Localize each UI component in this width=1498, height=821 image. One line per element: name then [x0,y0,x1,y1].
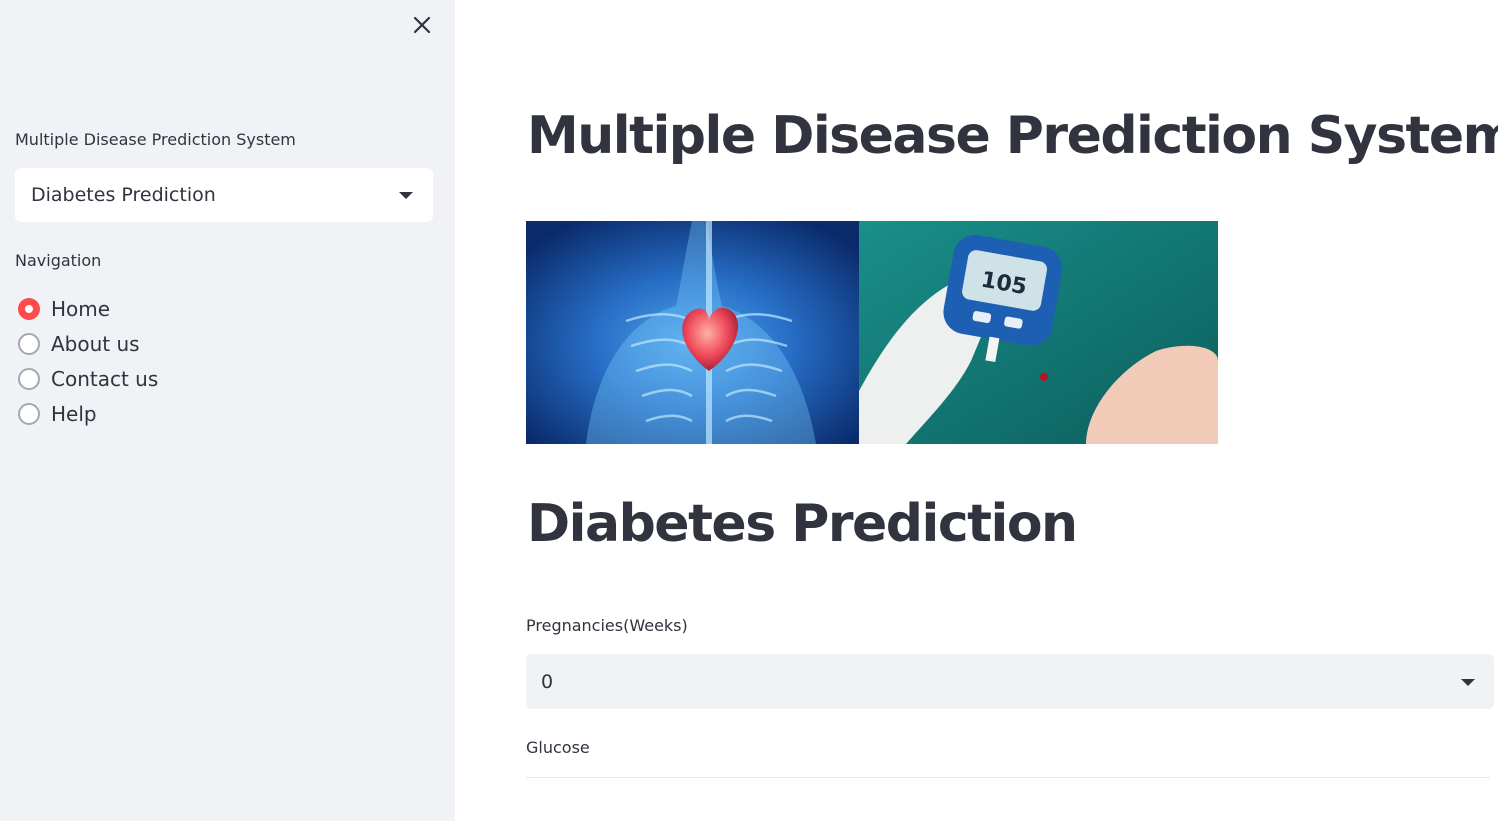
sidebar: Multiple Disease Prediction System Diabe… [0,0,455,821]
navigation-label: Navigation [15,251,102,270]
nav-radio-contact-us[interactable]: Contact us [18,361,158,396]
pregnancies-select-value: 0 [541,670,554,693]
disease-select-value: Diabetes Prediction [31,184,216,206]
pregnancies-select[interactable]: 0 [526,654,1494,709]
nav-radio-about-us[interactable]: About us [18,326,158,361]
nav-radio-label: Contact us [51,366,159,391]
chevron-down-icon [399,192,413,199]
pregnancies-label: Pregnancies(Weeks) [526,616,688,635]
close-icon [413,16,431,34]
radio-unchecked-icon [18,367,40,390]
glucose-input[interactable] [526,774,1490,778]
navigation-radio-group: Home About us Contact us Help [18,291,158,431]
hero-image: 105 [526,221,1218,444]
nav-radio-home[interactable]: Home [18,291,158,326]
radio-unchecked-icon [18,332,40,355]
close-sidebar-button[interactable] [408,11,436,39]
nav-radio-label: Home [51,296,111,321]
chevron-down-icon [1461,679,1475,686]
section-title: Diabetes Prediction [527,494,1078,554]
main-content: Multiple Disease Prediction System 105 D… [455,0,1498,821]
radio-unchecked-icon [18,402,40,425]
disease-select[interactable]: Diabetes Prediction [15,168,433,222]
glucose-label: Glucose [526,738,590,757]
disease-select-label: Multiple Disease Prediction System [15,130,296,149]
radio-checked-icon [18,297,40,320]
nav-radio-help[interactable]: Help [18,396,158,431]
nav-radio-label: About us [51,331,140,356]
page-title: Multiple Disease Prediction System [527,106,1498,166]
nav-radio-label: Help [51,401,97,426]
